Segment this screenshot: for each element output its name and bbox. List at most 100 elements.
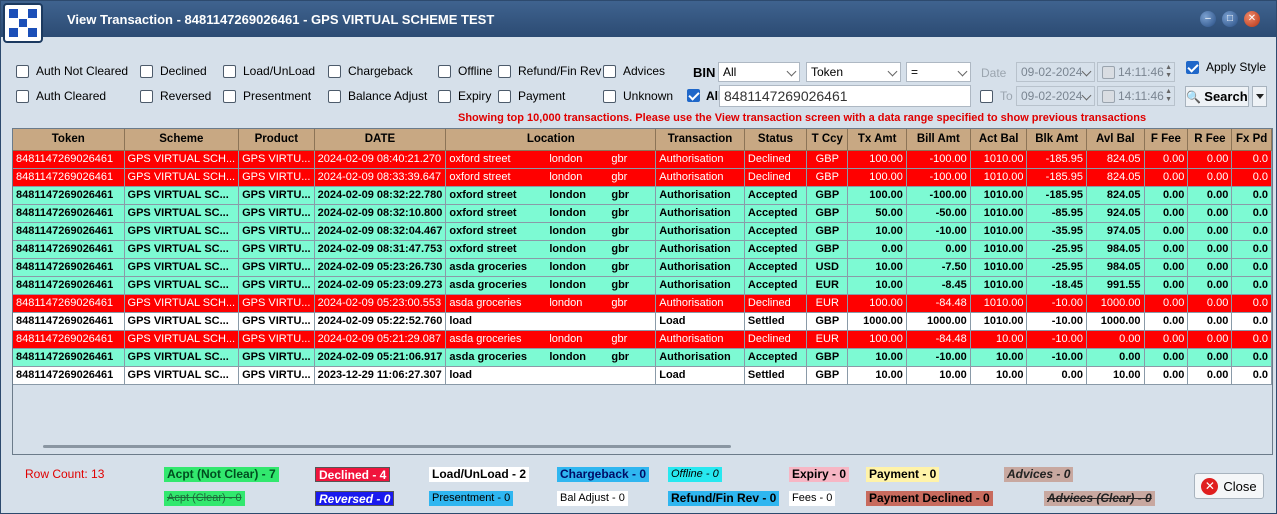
checkbox[interactable] — [603, 89, 616, 103]
checkbox[interactable] — [328, 64, 341, 78]
column-header[interactable]: Tx Amt — [847, 129, 907, 151]
checkbox[interactable] — [223, 89, 236, 103]
time-to-picker[interactable]: 14:11:46 ▲ ▼ — [1097, 86, 1175, 106]
filter-presentment[interactable]: Presentment — [223, 89, 311, 103]
column-header[interactable]: R Fee — [1187, 129, 1233, 151]
apply-style-toggle[interactable]: Apply Style — [1186, 60, 1266, 74]
filter-payment[interactable]: Payment — [498, 89, 565, 103]
title-bar[interactable]: View Transaction - 8481147269026461 - GP… — [1, 1, 1276, 37]
checkbox[interactable] — [16, 64, 29, 78]
column-header[interactable]: F Fee — [1144, 129, 1189, 151]
close-button[interactable]: ✕ Close — [1194, 473, 1264, 499]
column-header[interactable]: Transaction — [655, 129, 745, 151]
column-header[interactable]: T Ccy — [806, 129, 849, 151]
filter-auth-not-cleared[interactable]: Auth Not Cleared — [16, 64, 128, 78]
search-options-dropdown[interactable] — [1252, 86, 1267, 107]
operator-select[interactable]: = — [906, 62, 971, 82]
token-type-select[interactable]: Token — [806, 62, 901, 82]
column-header[interactable]: Avl Bal — [1086, 129, 1145, 151]
table-row[interactable]: 8481147269026461 GPS VIRTUAL SCH... GPS VI… — [13, 294, 1272, 313]
checkbox[interactable] — [438, 89, 451, 103]
checkbox-checked[interactable] — [687, 89, 700, 102]
table-row[interactable]: 8481147269026461 GPS VIRTUAL SC... GPS VIR… — [13, 258, 1272, 277]
checkbox[interactable] — [438, 64, 451, 78]
cell-scheme: GPS VIRTUAL SCH... — [124, 330, 240, 349]
checkbox[interactable] — [16, 89, 29, 103]
table-row[interactable]: 8481147269026461 GPS VIRTUAL SC... GPS VIR… — [13, 312, 1272, 331]
column-header[interactable]: Token — [13, 129, 125, 151]
cell-scheme: GPS VIRTUAL SC... — [124, 222, 240, 241]
checkbox[interactable] — [498, 89, 511, 103]
horizontal-scrollbar[interactable] — [43, 445, 731, 448]
minimize-icon[interactable]: – — [1200, 11, 1216, 27]
search-button[interactable]: 🔍 Search — [1185, 86, 1249, 107]
filter-advices[interactable]: Advices — [603, 64, 665, 78]
cell-status: Accepted — [744, 240, 808, 259]
filter-declined[interactable]: Declined — [140, 64, 207, 78]
filter-reversed[interactable]: Reversed — [140, 89, 211, 103]
filter-balance-adjust[interactable]: Balance Adjust — [328, 89, 427, 103]
checkbox[interactable] — [140, 64, 153, 78]
filter-all[interactable] — [687, 89, 700, 102]
table-row[interactable]: 8481147269026461 GPS VIRTUAL SCH... GPS VI… — [13, 330, 1272, 349]
filter-refund-fin-rev[interactable]: Refund/Fin Rev — [498, 64, 601, 78]
column-header[interactable]: Status — [744, 129, 808, 151]
time-from-picker[interactable]: 14:11:46 ▲ ▼ — [1097, 62, 1175, 82]
column-header[interactable]: Fx Pd — [1231, 129, 1272, 151]
filter-offline[interactable]: Offline — [438, 64, 492, 78]
column-header[interactable]: Bill Amt — [906, 129, 971, 151]
checkbox[interactable] — [603, 64, 616, 78]
table-row[interactable]: 8481147269026461 GPS VIRTUAL SC... GPS VIR… — [13, 276, 1272, 295]
table-row[interactable]: 8481147269026461 GPS VIRTUAL SC... GPS VIR… — [13, 186, 1272, 205]
cell-ffee: 0.00 — [1144, 204, 1189, 223]
bin-select[interactable]: All — [718, 62, 800, 82]
cell-blk: 0.00 — [1026, 366, 1087, 385]
cell-act: 1010.00 — [970, 294, 1028, 313]
table-row[interactable]: 8481147269026461 GPS VIRTUAL SC... GPS VIR… — [13, 240, 1272, 259]
filter-to-date[interactable]: To — [980, 89, 1013, 103]
cell-ffee: 0.00 — [1144, 186, 1189, 205]
checkbox[interactable] — [328, 89, 341, 103]
column-header[interactable]: Product — [238, 129, 315, 151]
search-value-input[interactable]: 8481147269026461 — [719, 85, 971, 107]
location-part: oxford street — [449, 225, 517, 237]
cell-date: 2024-02-09 05:22:52.760 — [314, 312, 447, 331]
filter-load-unload[interactable]: Load/UnLoad — [223, 64, 315, 78]
cell-product: GPS VIRTU... — [238, 222, 315, 241]
checkbox[interactable] — [140, 89, 153, 103]
table-row[interactable]: 8481147269026461 GPS VIRTUAL SC... GPS VIR… — [13, 204, 1272, 223]
date-from-picker[interactable]: 09-02-2024 — [1016, 62, 1095, 82]
spinner-icon[interactable]: ▲ ▼ — [1165, 88, 1172, 104]
date-to-picker[interactable]: 09-02-2024 — [1016, 86, 1095, 106]
transactions-grid[interactable]: Token Scheme Product DATE Location Transactio… — [12, 128, 1273, 455]
cell-ccy: USD — [806, 258, 849, 277]
cell-rfee: 0.00 — [1187, 330, 1233, 349]
view-transaction-window: View Transaction - 8481147269026461 - GP… — [0, 0, 1277, 514]
column-header[interactable]: Location — [445, 129, 657, 151]
column-header[interactable]: Scheme — [124, 129, 240, 151]
table-row[interactable]: 8481147269026461 GPS VIRTUAL SC... GPS VIR… — [13, 222, 1272, 241]
cell-ffee: 0.00 — [1144, 222, 1189, 241]
filter-auth-cleared[interactable]: Auth Cleared — [16, 89, 106, 103]
filter-expiry[interactable]: Expiry — [438, 89, 491, 103]
checkbox[interactable] — [498, 64, 511, 78]
filter-chargeback[interactable]: Chargeback — [328, 64, 413, 78]
table-row[interactable]: 8481147269026461 GPS VIRTUAL SC... GPS VIR… — [13, 366, 1272, 385]
maximize-icon[interactable]: □ — [1222, 11, 1238, 27]
table-row[interactable]: 8481147269026461 GPS VIRTUAL SC... GPS VIR… — [13, 348, 1272, 367]
table-row[interactable]: 8481147269026461 GPS VIRTUAL SCH... GPS VI… — [13, 150, 1272, 169]
checkbox[interactable] — [223, 64, 236, 78]
column-header[interactable]: Blk Amt — [1026, 129, 1087, 151]
checkbox[interactable] — [980, 89, 993, 103]
column-header[interactable]: DATE — [314, 129, 447, 151]
cell-fx: 0.0 — [1231, 348, 1272, 367]
table-row[interactable]: 8481147269026461 GPS VIRTUAL SCH... GPS VI… — [13, 168, 1272, 187]
location-part: oxford street — [449, 207, 517, 219]
checkbox-checked[interactable] — [1186, 60, 1199, 74]
spinner-icon[interactable]: ▲ ▼ — [1165, 64, 1172, 80]
close-window-icon[interactable]: ✕ — [1244, 11, 1260, 27]
column-header[interactable]: Act Bal — [970, 129, 1028, 151]
cell-location: oxford street london gbr — [445, 150, 657, 169]
filter-unknown[interactable]: Unknown — [603, 89, 673, 103]
cell-avl: 1000.00 — [1086, 294, 1145, 313]
